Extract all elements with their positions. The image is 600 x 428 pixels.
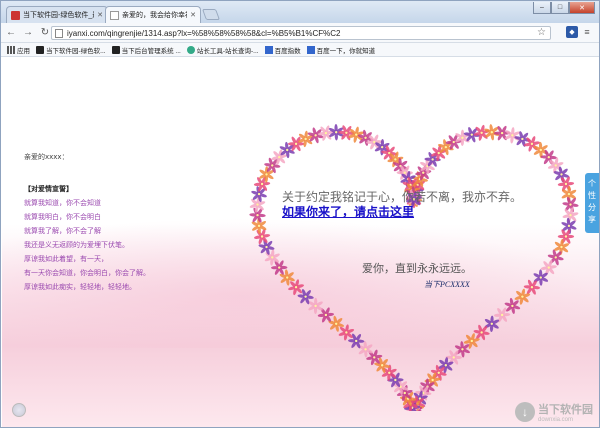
tab-downxia[interactable]: 当下软件园-绿色软件_最新 ✕ xyxy=(6,6,108,23)
back-arrow-icon[interactable]: ← xyxy=(4,26,18,40)
window-controls: – □ ✕ xyxy=(533,2,595,14)
downxia-favicon-icon xyxy=(11,10,20,20)
share-char: 分 xyxy=(588,203,596,212)
bookmark-label: 当下后台管理系统 ... xyxy=(121,47,181,55)
heart-flower xyxy=(504,297,521,314)
close-window-button[interactable]: ✕ xyxy=(569,2,595,14)
heart-flower xyxy=(271,260,288,275)
heart-flower xyxy=(523,279,541,295)
heart-flower xyxy=(253,228,271,245)
page-viewport: 亲爱的xxxx： 【对爱情宣誓】 就算我知道，你不会知道 就算我明白，你不会明白… xyxy=(2,58,599,427)
music-toggle-button[interactable] xyxy=(12,403,26,417)
bookmarks-bar: 应用 当下软件园-绿色软... 当下后台管理系统 ... 站长工具-站长查询-.… xyxy=(1,43,599,57)
letter-heading: 【对爱情宣誓】 xyxy=(24,185,73,193)
close-icon[interactable]: ✕ xyxy=(190,11,196,19)
watermark: ↓ 当下软件园 downxia.com xyxy=(515,401,593,423)
share-char: 个 xyxy=(588,179,596,188)
heart-flower xyxy=(557,229,575,244)
bookmark-downxia[interactable]: 当下软件园-绿色软... xyxy=(36,45,106,55)
letter-line: 就算我了解，你不会了解 xyxy=(24,227,101,235)
flower-heart-icon xyxy=(249,124,579,411)
letter-line: 我还是义无返顾的为爱埋下伏笔。 xyxy=(24,241,129,249)
watermark-title: 当下软件园 xyxy=(538,403,593,416)
bookmark-label: 百度指数 xyxy=(274,47,301,55)
letter-greeting: 亲爱的xxxx： xyxy=(24,153,69,161)
heart-flower xyxy=(249,196,266,213)
letter-line: 厚谅我如此痴实，轻轻地，轻轻地。 xyxy=(24,283,136,291)
letter-line: 就算我知道，你不会知道 xyxy=(24,199,101,207)
minimize-button[interactable]: – xyxy=(533,2,551,14)
title-bar: 当下软件园-绿色软件_最新 ✕ 亲爱的，我会给你幸福(▷ ✕ – □ ✕ xyxy=(1,1,599,23)
navigation-toolbar: ← → ↻ iyanxi.com/qingrenjie/1314.asp?lx=… xyxy=(1,23,599,43)
bookmark-baidu-index[interactable]: 百度指数 xyxy=(264,45,301,55)
downxia-logo-icon xyxy=(36,45,44,54)
extension-icon[interactable]: ◆ xyxy=(566,26,578,38)
heart-flower xyxy=(504,127,520,144)
heart-flower xyxy=(473,124,490,141)
bookmark-label: 应用 xyxy=(17,47,30,55)
heart-flower xyxy=(562,207,579,224)
bookmark-label: 百度一下，你就知道 xyxy=(316,47,376,55)
tab-label: 当下软件园-绿色软件_最新 xyxy=(23,12,94,19)
bookmark-label: 当下软件园-绿色软... xyxy=(46,47,106,55)
heart-flower xyxy=(317,125,334,141)
click-here-link[interactable]: 如果你来了，请点击这里 xyxy=(282,203,414,220)
star-bookmark-icon[interactable]: ☆ xyxy=(537,27,546,38)
bookmark-baidu[interactable]: 百度一下，你就知道 xyxy=(306,45,376,55)
tab-love-page[interactable]: 亲爱的，我会给你幸福(▷ ✕ xyxy=(105,6,201,23)
apps-grid-icon xyxy=(7,45,15,54)
tab-label: 亲爱的，我会给你幸福(▷ xyxy=(122,12,187,19)
watermark-url: downxia.com xyxy=(538,417,574,423)
heart-flower xyxy=(288,279,305,296)
heart-flower xyxy=(484,315,500,332)
baidu-icon xyxy=(264,45,273,54)
heart-flower xyxy=(557,176,575,192)
page-icon xyxy=(55,28,63,38)
new-tab-button[interactable] xyxy=(201,9,221,20)
letter-line: 厚谅我如此着望，有一天， xyxy=(24,255,108,263)
forward-arrow-icon[interactable]: → xyxy=(21,26,35,40)
bookmark-chinaz[interactable]: 站长工具-站长查询-... xyxy=(186,45,259,55)
page-favicon-icon xyxy=(110,10,119,20)
close-icon[interactable]: ✕ xyxy=(97,11,103,19)
browser-window: 当下软件园-绿色软件_最新 ✕ 亲爱的，我会给你幸福(▷ ✕ – □ ✕ ← →… xyxy=(0,0,600,428)
share-char: 性 xyxy=(588,191,596,200)
reload-icon[interactable]: ↻ xyxy=(38,26,52,40)
letter-line: 有一天你会知道，你会明白，你会了解。 xyxy=(24,269,150,277)
bookmark-label: 站长工具-站长查询-... xyxy=(196,47,259,55)
bookmark-downxia-admin[interactable]: 当下后台管理系统 ... xyxy=(111,45,181,55)
baidu-icon xyxy=(306,45,315,54)
share-tab-button[interactable]: 个 性 分 享 xyxy=(585,173,599,233)
address-bar[interactable]: iyanxi.com/qingrenjie/1314.asp?lx=%58%58… xyxy=(51,26,551,40)
letter-line: 就算我明白，你不会明白 xyxy=(24,213,101,221)
menu-icon[interactable]: ≡ xyxy=(581,26,593,38)
download-arrow-icon: ↓ xyxy=(515,402,535,422)
chinaz-logo-icon xyxy=(186,45,195,54)
bookmark-apps[interactable]: 应用 xyxy=(7,45,30,55)
love-forever-text: 爱你，直到永永远远。 xyxy=(362,263,472,275)
heart-flower xyxy=(540,259,557,276)
heart-flower xyxy=(308,297,323,315)
downxia-logo-icon xyxy=(111,45,120,54)
signature: 当下PCXXXX xyxy=(424,280,470,289)
maximize-button[interactable]: □ xyxy=(551,2,569,14)
love-letter: 亲爱的xxxx： 【对爱情宣誓】 就算我知道，你不会知道 就算我明白，你不会明白… xyxy=(24,150,150,294)
share-char: 享 xyxy=(588,215,596,224)
url-text: iyanxi.com/qingrenjie/1314.asp?lx=%58%58… xyxy=(67,28,341,38)
